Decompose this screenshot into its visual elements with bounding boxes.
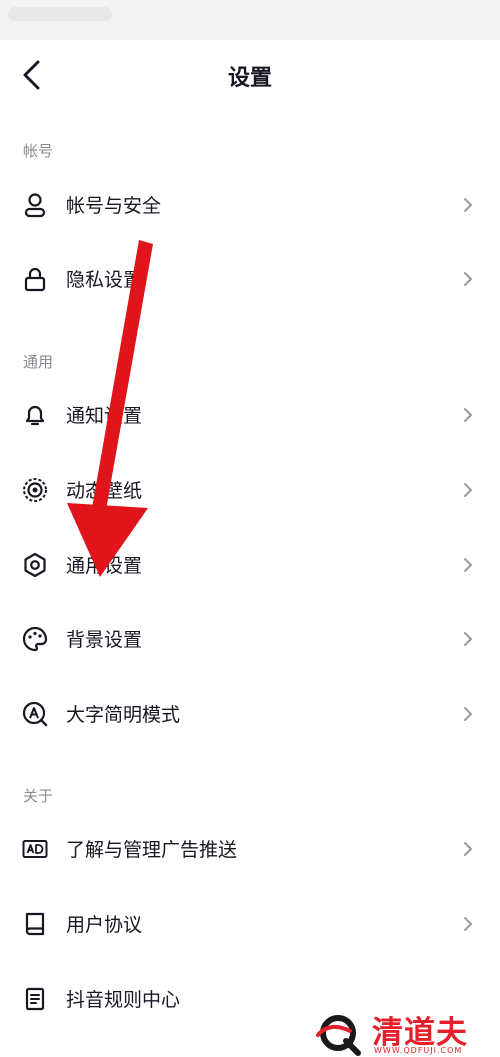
- chevron-right-icon: [464, 483, 472, 497]
- chevron-right-icon: [464, 198, 472, 212]
- row-label: 大字简明模式: [66, 704, 181, 726]
- settings-row-large-text[interactable]: 大字简明模式: [0, 685, 500, 741]
- chevron-right-icon: [464, 842, 472, 856]
- row-label: 动态壁纸: [66, 480, 143, 502]
- settings-row-user-agreement[interactable]: 用户协议: [0, 895, 500, 951]
- chevron-right-icon: [464, 917, 472, 931]
- watermark-url: WWW.QDFUJI.COM: [374, 1046, 463, 1055]
- watermark-logo-icon: [316, 1015, 361, 1056]
- section-header-about: 关于: [23, 787, 54, 805]
- section-header-general: 通用: [23, 353, 54, 371]
- ad-icon: [22, 840, 48, 858]
- status-bar-pill: [8, 7, 112, 21]
- watermark: 清道夫 WWW.QDFUJI.COM: [300, 1003, 500, 1057]
- text-size-icon: [22, 701, 48, 727]
- settings-row-background[interactable]: 背景设置: [0, 610, 500, 666]
- chevron-right-icon: [464, 707, 472, 721]
- settings-row-ads[interactable]: 了解与管理广告推送: [0, 820, 500, 876]
- bell-icon: [25, 405, 45, 426]
- row-label: 背景设置: [66, 629, 143, 651]
- row-label: 了解与管理广告推送: [66, 839, 238, 861]
- book-icon: [25, 912, 45, 936]
- row-label: 通知设置: [66, 405, 143, 427]
- settings-row-general[interactable]: 通用设置: [0, 536, 500, 592]
- header: 设置: [0, 40, 500, 110]
- user-icon: [24, 193, 46, 218]
- settings-row-wallpaper[interactable]: 动态壁纸: [0, 461, 500, 517]
- gear-icon: [24, 552, 46, 578]
- lock-icon: [24, 267, 46, 292]
- settings-row-account-security[interactable]: 帐号与安全: [0, 176, 500, 232]
- document-icon: [25, 987, 45, 1011]
- row-label: 帐号与安全: [66, 195, 162, 217]
- settings-row-notification[interactable]: 通知设置: [0, 386, 500, 442]
- chevron-right-icon: [464, 558, 472, 572]
- status-bar: [0, 0, 500, 40]
- row-label: 隐私设置: [66, 269, 143, 291]
- chevron-right-icon: [464, 272, 472, 286]
- wallpaper-icon: [23, 478, 47, 502]
- row-label: 用户协议: [66, 914, 143, 936]
- chevron-right-icon: [464, 408, 472, 422]
- palette-icon: [22, 626, 48, 652]
- row-label: 抖音规则中心: [66, 989, 181, 1011]
- section-header-account: 帐号: [23, 142, 54, 160]
- row-label: 通用设置: [66, 555, 143, 577]
- page-title: 设置: [227, 66, 272, 91]
- chevron-right-icon: [464, 632, 472, 646]
- settings-row-privacy[interactable]: 隐私设置: [0, 250, 500, 306]
